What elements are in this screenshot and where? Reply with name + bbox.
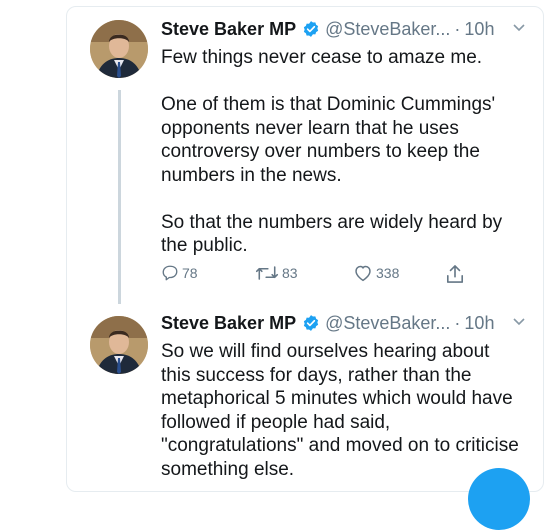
tweet-body: Few things never cease to amaze me. One … <box>161 46 523 258</box>
tweet-paragraph: One of them is that Dominic Cummings' op… <box>161 94 496 186</box>
separator-dot: · <box>454 313 461 333</box>
tweet-header: Steve Baker MP @SteveBaker... · 10h <box>161 311 494 335</box>
verified-badge-icon <box>302 20 320 38</box>
author-name[interactable]: Steve Baker MP <box>161 17 296 41</box>
heart-icon <box>355 265 371 282</box>
reply-button[interactable]: 78 <box>161 264 198 282</box>
retweet-icon <box>255 266 279 280</box>
tweet-timestamp[interactable]: 10h <box>464 311 494 335</box>
tweet-body: So we will find ourselves hearing about … <box>161 340 523 481</box>
tweet-timestamp[interactable]: 10h <box>464 17 494 41</box>
chevron-down-icon[interactable] <box>512 314 526 331</box>
tweet-paragraph: Few things never cease to amaze me. <box>161 47 483 68</box>
retweet-count: 83 <box>282 265 298 281</box>
verified-badge-icon <box>302 314 320 332</box>
author-name[interactable]: Steve Baker MP <box>161 311 296 335</box>
chevron-down-icon[interactable] <box>512 20 526 37</box>
retweet-button[interactable]: 83 <box>255 264 298 282</box>
tweet-actions: 78 83 338 <box>161 264 481 288</box>
share-icon <box>446 265 464 283</box>
reply-count: 78 <box>182 265 198 281</box>
avatar[interactable] <box>90 20 148 78</box>
tweet-paragraph: So that the numbers are widely heard by … <box>161 211 503 257</box>
like-button[interactable]: 338 <box>353 264 399 282</box>
tweet-paragraph: So we will find ourselves hearing about … <box>161 341 519 480</box>
share-button[interactable] <box>446 264 464 284</box>
avatar[interactable] <box>90 316 148 374</box>
compose-fab[interactable] <box>468 468 530 530</box>
separator-dot: · <box>454 19 461 39</box>
author-handle[interactable]: @SteveBaker... <box>325 311 450 335</box>
like-count: 338 <box>376 265 400 281</box>
reply-icon <box>162 265 178 281</box>
tweet-header: Steve Baker MP @SteveBaker... · 10h <box>161 17 494 41</box>
thread-connector-line <box>118 90 121 304</box>
author-handle[interactable]: @SteveBaker... <box>325 17 450 41</box>
